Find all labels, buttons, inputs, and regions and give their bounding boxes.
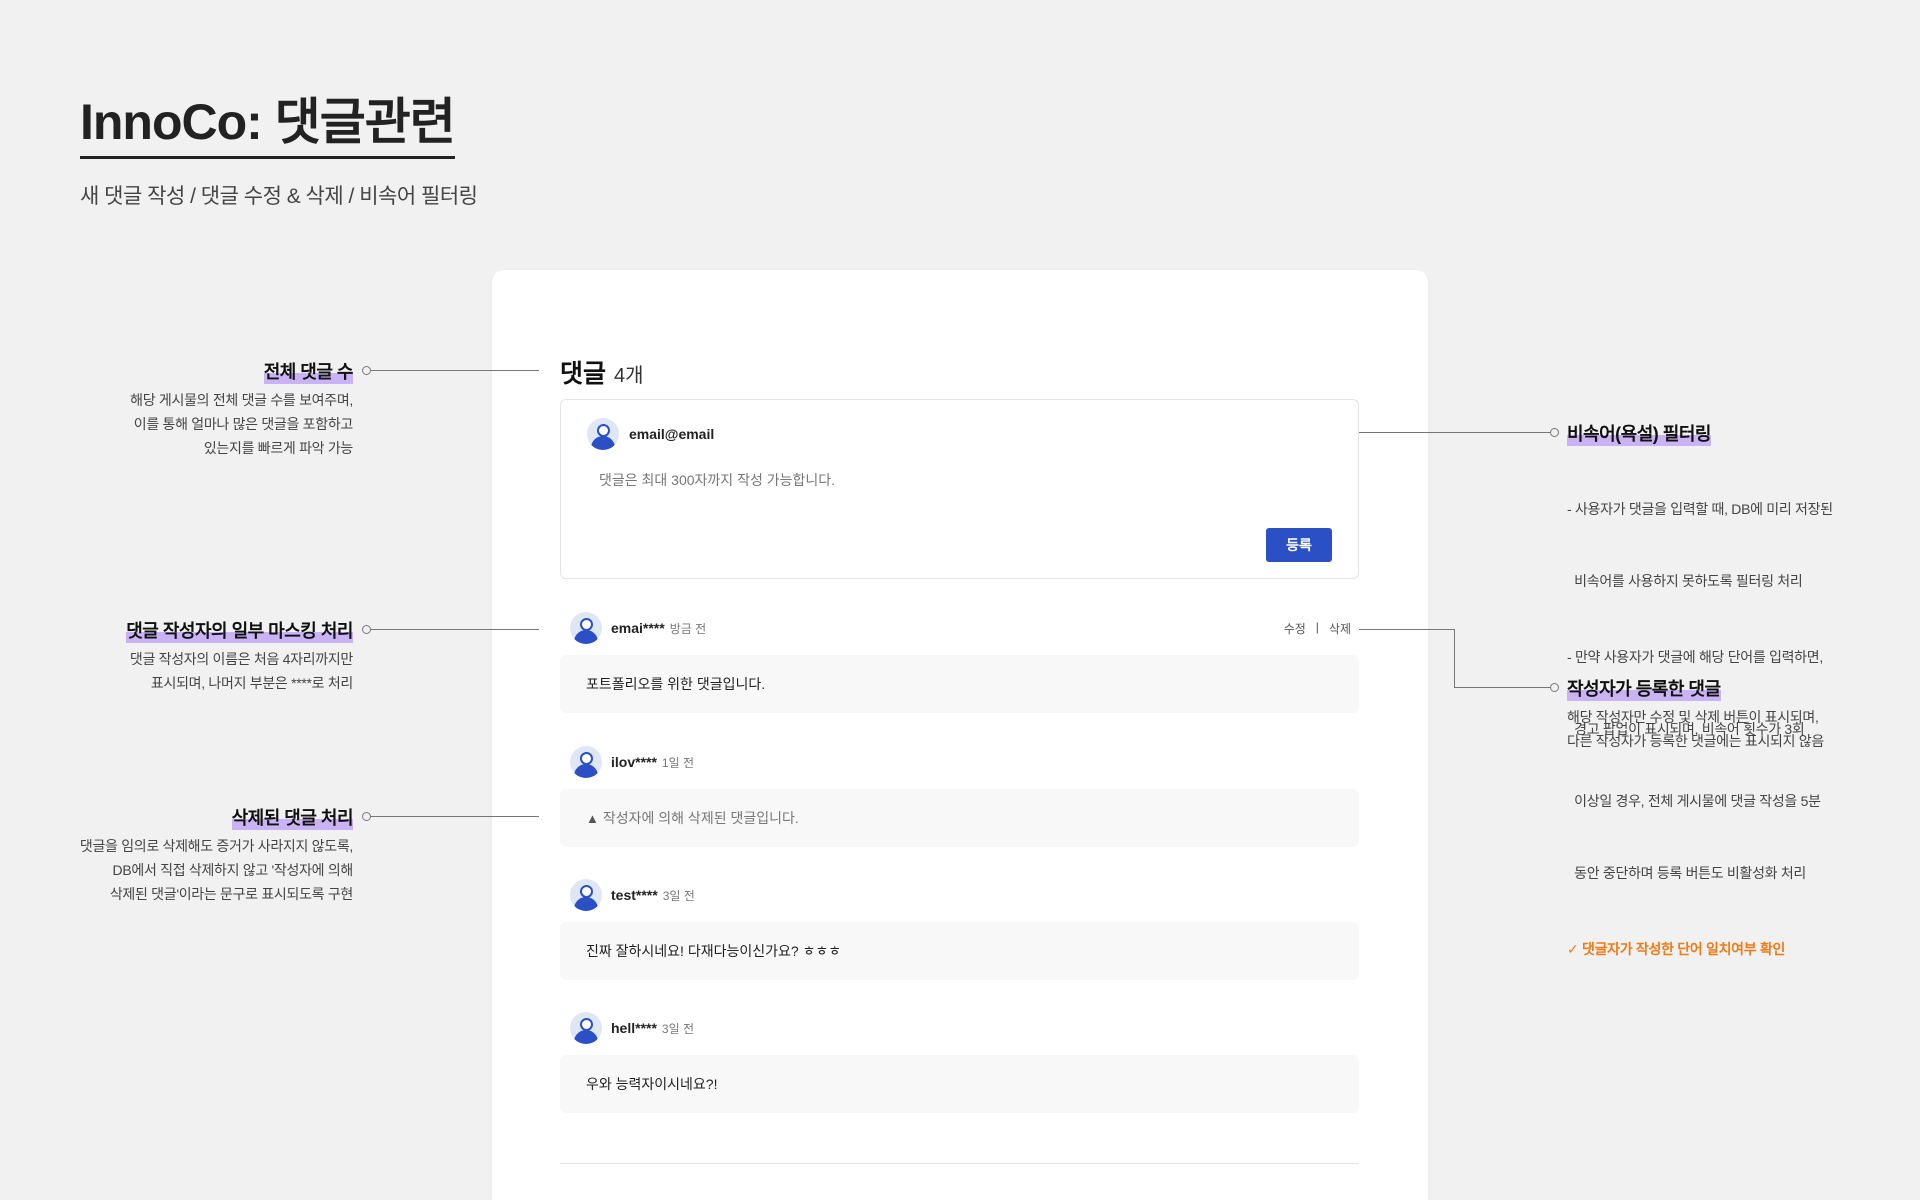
user-avatar-icon — [570, 1012, 602, 1044]
action-separator: | — [1315, 619, 1319, 634]
annotation-title-total-count: 전체 댓글 수 — [263, 358, 354, 384]
compose-user: email@email — [587, 418, 714, 450]
submit-button[interactable]: 등록 — [1266, 528, 1332, 562]
comment-author: ilov**** — [611, 754, 657, 770]
comments-header: 댓글 4개 — [560, 354, 644, 390]
edit-button[interactable]: 수정 — [1284, 620, 1306, 637]
comment-time: 1일 전 — [661, 755, 695, 770]
page-title: InnoCo: 댓글관련 — [80, 92, 456, 159]
annotation-title-masking: 댓글 작성자의 일부 마스킹 처리 — [126, 617, 353, 643]
comment-time: 3일 전 — [661, 1021, 695, 1036]
comment-item: hell**** 3일 전 우와 능력자이시네요?! — [560, 1011, 1359, 1113]
warning-icon: ▲ — [586, 810, 599, 826]
user-avatar-icon — [570, 612, 602, 644]
annotation-title-own-comment: 작성자가 등록한 댓글 — [1567, 675, 1721, 701]
comment-header: hell**** 3일 전 — [560, 1011, 1359, 1045]
connector-line — [371, 629, 539, 630]
check-note: ✓ 댓글자가 작성한 단어 일치여부 확인 — [1567, 941, 1786, 957]
comments-title: 댓글 — [560, 360, 607, 388]
comment-time: 3일 전 — [662, 888, 695, 903]
user-avatar-icon — [587, 418, 619, 450]
user-avatar-icon — [570, 879, 602, 911]
comment-item: emai**** 방금 전 수정 | 삭제 포트폴리오를 위한 댓글입니다. — [560, 611, 1359, 713]
comment-time: 방금 전 — [669, 621, 707, 636]
connector-dot — [362, 366, 371, 375]
connector-line — [1454, 629, 1455, 687]
annotation-desc-own-comment: 해당 작성자만 수정 및 삭제 버튼이 표시되며, 다른 작성자가 등록한 댓글… — [1567, 709, 1824, 749]
compose-user-name: email@email — [629, 426, 715, 442]
comment-actions: 수정 | 삭제 — [1284, 620, 1359, 637]
connector-dot — [362, 625, 371, 634]
annotation-desc-deleted: 댓글을 임의로 삭제해도 증거가 사라지지 않도록, DB에서 직접 삭제하지 … — [79, 838, 353, 902]
connector-line — [1359, 432, 1551, 433]
comment-author: hell**** — [611, 1020, 657, 1036]
comment-header: emai**** 방금 전 수정 | 삭제 — [560, 611, 1359, 645]
comment-author: test**** — [611, 887, 658, 903]
user-avatar-icon — [570, 746, 602, 778]
comment-compose-box[interactable]: email@email 댓글은 최대 300자까지 작성 가능합니다. 등록 — [560, 399, 1359, 579]
comment-author: emai**** — [611, 620, 665, 636]
connector-line — [1454, 687, 1551, 688]
connector-line — [1359, 629, 1454, 630]
annotation-desc-masking: 댓글 작성자의 이름은 처음 4자리까지만 표시되며, 나머지 부분은 ****… — [129, 651, 353, 691]
annotation-desc-total-count: 해당 게시물의 전체 댓글 수를 보여주며, 이를 통해 얼마나 많은 댓글을 … — [130, 392, 353, 456]
connector-line — [371, 370, 539, 371]
delete-button[interactable]: 삭제 — [1329, 620, 1351, 637]
connector-dot — [1550, 428, 1559, 437]
comment-text: 우와 능력자이시네요?! — [560, 1055, 1359, 1113]
comment-text: 포트폴리오를 위한 댓글입니다. — [560, 655, 1359, 713]
annotation-title-deleted: 삭제된 댓글 처리 — [231, 804, 354, 830]
connector-line — [371, 816, 539, 817]
comment-text: 진짜 잘하시네요! 다재다능이신가요? ㅎㅎㅎ — [560, 922, 1359, 980]
comment-header: ilov**** 1일 전 — [560, 745, 1359, 779]
divider — [560, 1163, 1359, 1164]
comment-text: 작성자에 의해 삭제된 댓글입니다. — [602, 810, 799, 826]
comment-header: test**** 3일 전 — [560, 878, 1359, 912]
comments-count: 4개 — [614, 365, 644, 387]
page-subtitle: 새 댓글 작성 / 댓글 수정 & 삭제 / 비속어 필터링 — [80, 185, 478, 208]
connector-dot — [1550, 683, 1559, 692]
comment-input[interactable]: 댓글은 최대 300자까지 작성 가능합니다. — [599, 470, 835, 490]
annotation-title-profanity: 비속어(욕설) 필터링 — [1567, 420, 1711, 446]
comment-item: ilov**** 1일 전 ▲ 작성자에 의해 삭제된 댓글입니다. — [560, 745, 1359, 847]
connector-dot — [362, 812, 371, 821]
comment-item: test**** 3일 전 진짜 잘하시네요! 다재다능이신가요? ㅎㅎㅎ — [560, 878, 1359, 980]
deleted-comment-body: ▲ 작성자에 의해 삭제된 댓글입니다. — [560, 789, 1359, 847]
